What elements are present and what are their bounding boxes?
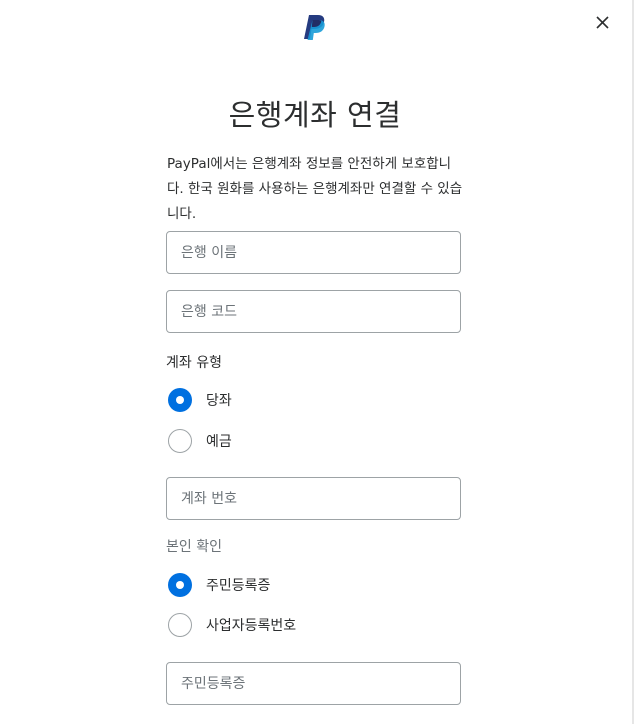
identity-business-number-option[interactable]: 사업자등록번호: [168, 611, 296, 639]
radio-label-checking: 당좌: [206, 393, 232, 409]
account-number-field[interactable]: [166, 477, 461, 520]
radio-unchecked-icon[interactable]: [168, 613, 192, 637]
identity-resident-card-option[interactable]: 주민등록증: [168, 571, 270, 599]
account-type-savings-option[interactable]: 예금: [168, 427, 232, 455]
description-text: PayPal에서는 은행계좌 정보를 안전하게 보호합니다. 한국 원화를 사용…: [167, 156, 463, 222]
radio-checked-icon[interactable]: [168, 573, 192, 597]
radio-checked-icon[interactable]: [168, 388, 192, 412]
bank-code-field[interactable]: [166, 290, 461, 333]
paypal-logo-icon: [302, 14, 328, 42]
radio-label-resident-card: 주민등록증: [206, 578, 271, 594]
bank-name-input[interactable]: [167, 232, 460, 273]
bank-code-input[interactable]: [167, 291, 460, 332]
identity-label: 본인 확인: [166, 539, 222, 555]
account-type-label: 계좌 유형: [166, 355, 222, 371]
close-icon[interactable]: [594, 14, 612, 32]
radio-label-savings: 예금: [206, 434, 232, 450]
id-number-input[interactable]: [167, 663, 460, 704]
page-title: 은행계좌 연결: [228, 98, 402, 132]
account-type-checking-option[interactable]: 당좌: [168, 386, 232, 414]
id-number-field[interactable]: [166, 662, 461, 705]
account-number-input[interactable]: [167, 478, 460, 519]
radio-unchecked-icon[interactable]: [168, 429, 192, 453]
radio-label-business-number: 사업자등록번호: [206, 618, 297, 634]
bank-name-field[interactable]: [166, 231, 461, 274]
